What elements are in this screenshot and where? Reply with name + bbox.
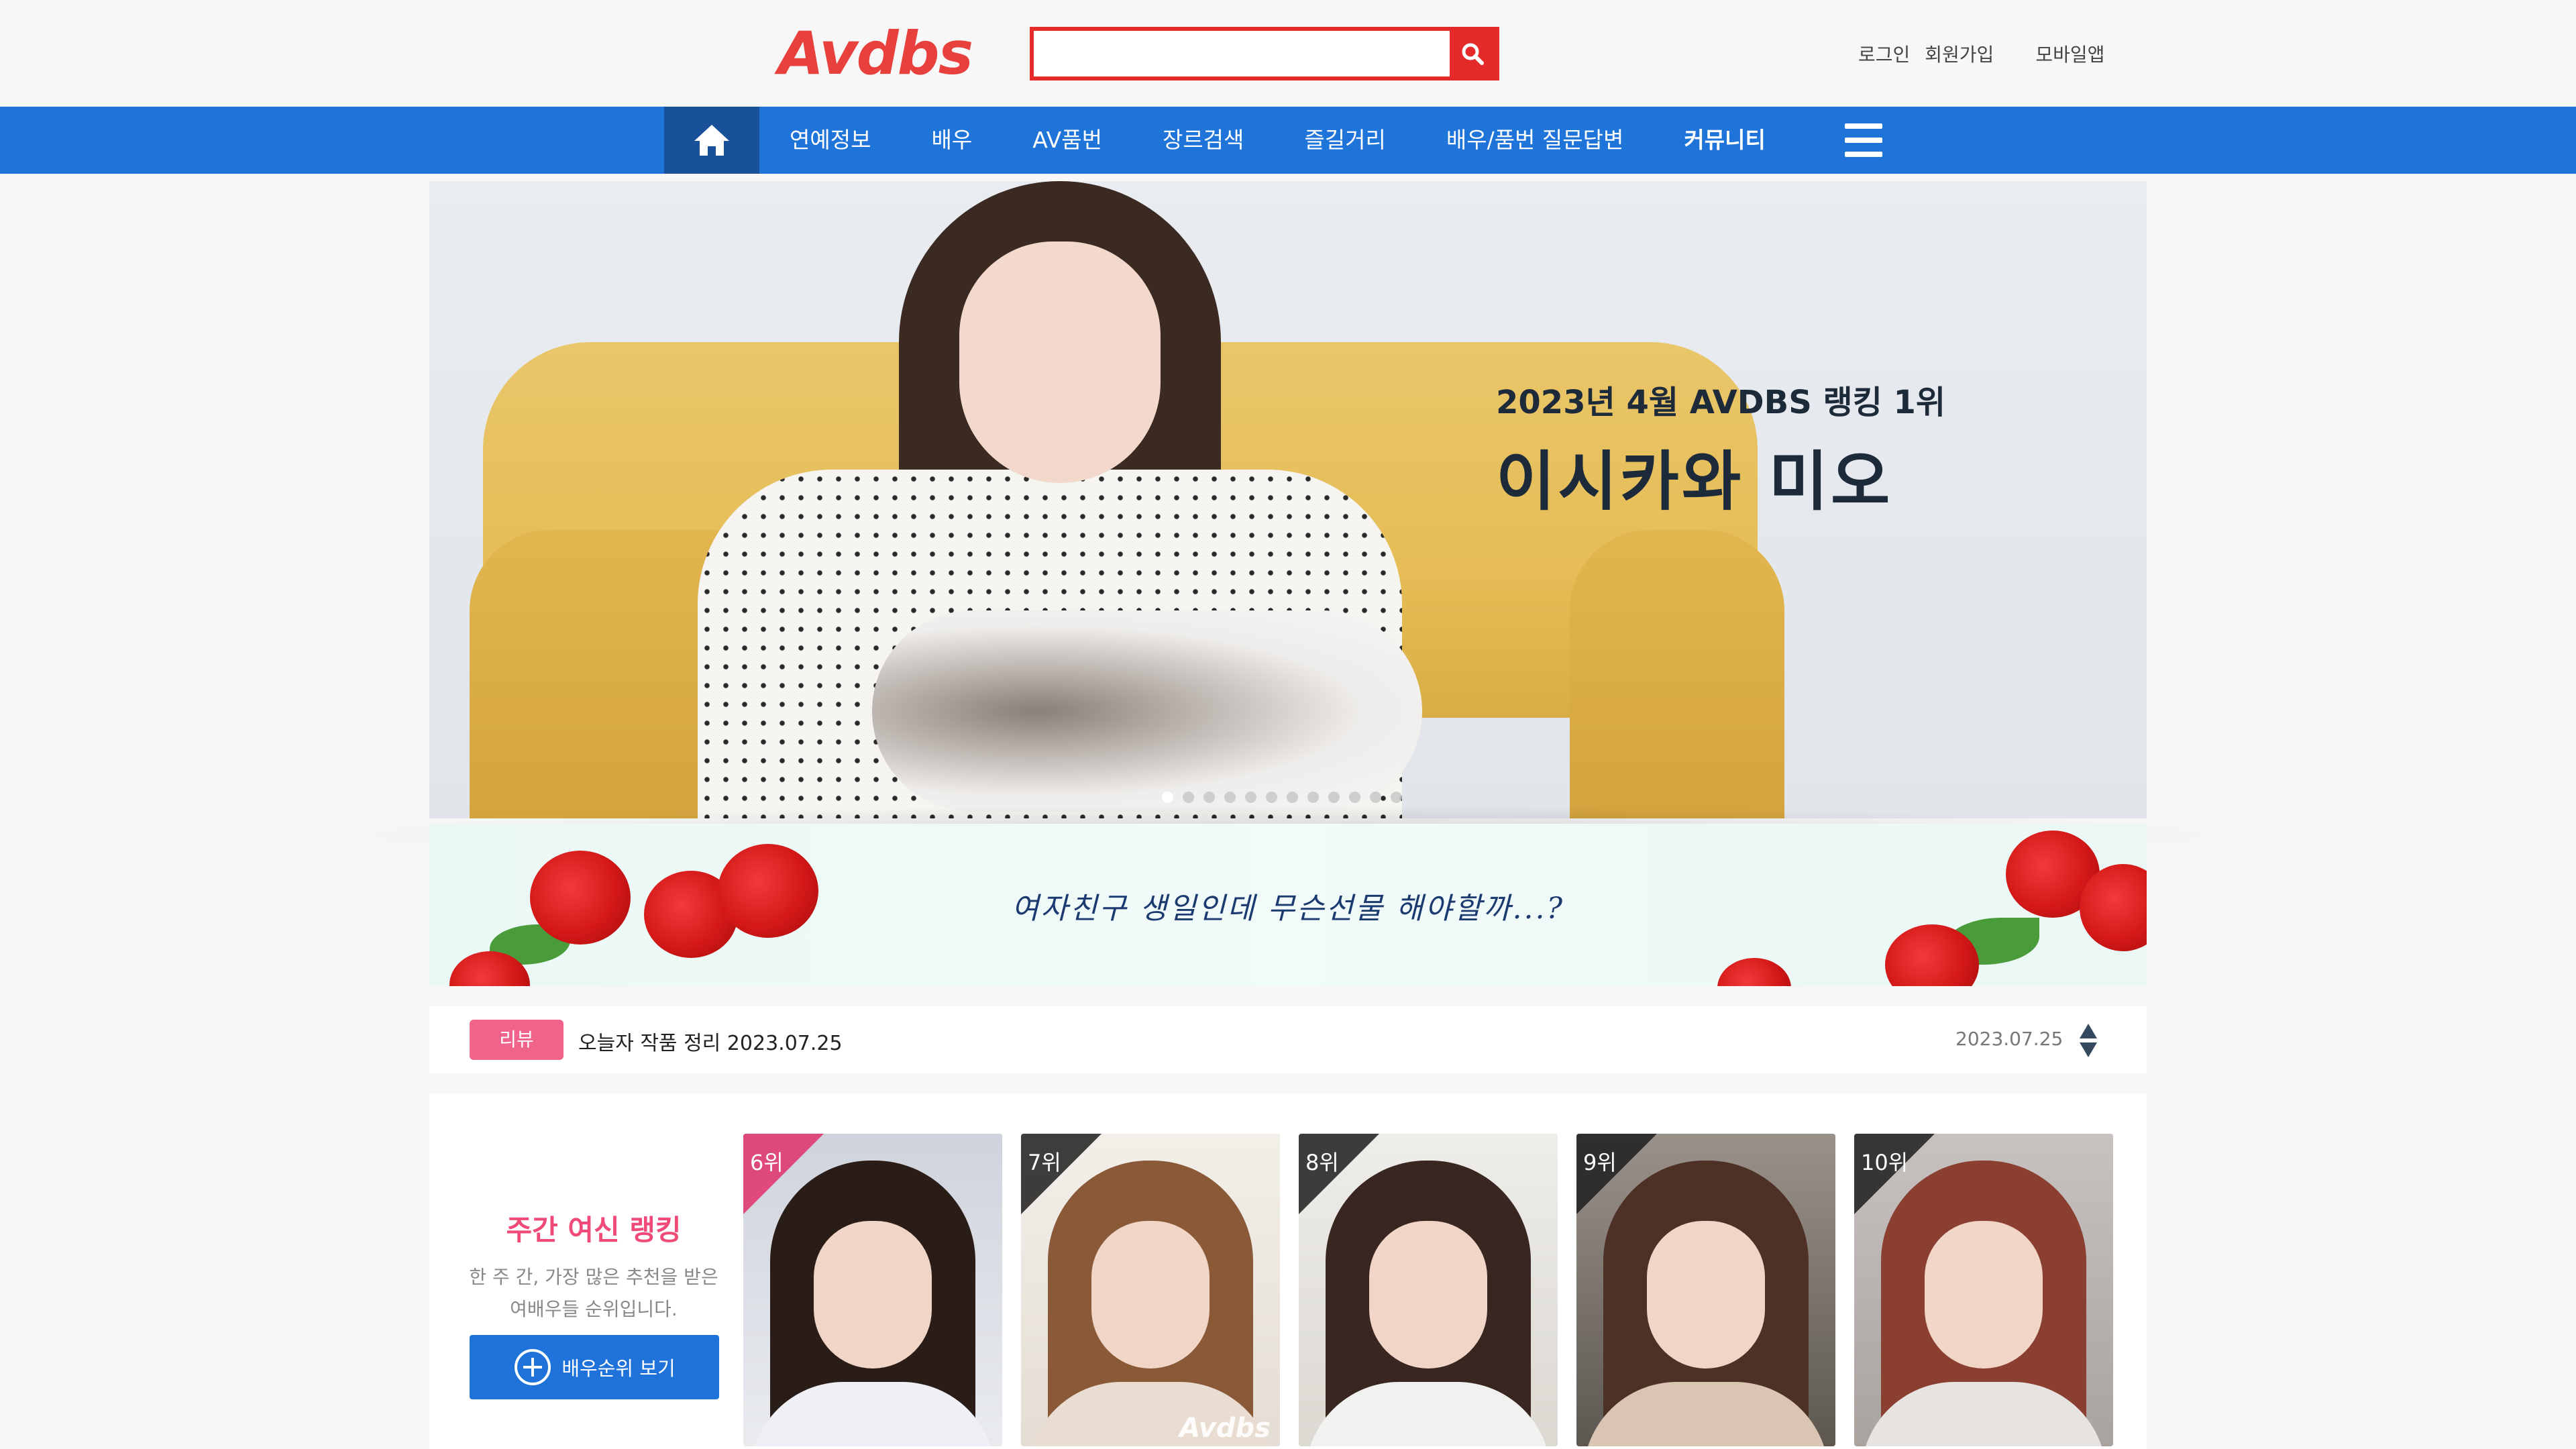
search-input[interactable] xyxy=(1034,31,1450,76)
top-links: 로그인 회원가입 모바일앱 xyxy=(1858,40,2104,67)
carousel-dot[interactable] xyxy=(1328,792,1340,803)
news-ticker: 리뷰 오늘자 작품 정리 2023.07.25 2023.07.25 xyxy=(429,1006,2147,1073)
rank-label: 6위 xyxy=(750,1150,784,1175)
ranking-card[interactable]: 6위 xyxy=(743,1134,1002,1446)
ticker-headline[interactable]: 오늘자 작품 정리 2023.07.25 xyxy=(578,1026,843,1056)
link-spacer xyxy=(2008,40,2021,67)
ad-banner[interactable]: 여자친구 생일인데 무슨선물 해야할까...? xyxy=(429,824,2147,986)
ranking-card[interactable]: 7위 Avdbs xyxy=(1021,1134,1280,1446)
carousel-dot[interactable] xyxy=(1307,792,1319,803)
hero-subtitle: 2023년 4월 AVDBS 랭킹 1위 xyxy=(1496,384,1946,421)
card-portrait-face xyxy=(1647,1221,1765,1368)
nav-items: 연예정보 배우 AV품번 장르검색 즐길거리 배우/품번 질문답변 커뮤니티 xyxy=(759,107,1796,174)
hero-cat xyxy=(872,610,1422,812)
ranking-description: 한 주 간, 가장 많은 추천을 받은 여배우들 순위입니다. xyxy=(456,1261,731,1326)
carousel-dot[interactable] xyxy=(1349,792,1360,803)
carousel-dot[interactable] xyxy=(1224,792,1236,803)
rank-label: 10위 xyxy=(1861,1150,1909,1175)
hero-person-face xyxy=(959,241,1161,483)
nav-item[interactable]: AV품번 xyxy=(1002,107,1132,174)
nav-item[interactable]: 커뮤니티 xyxy=(1654,107,1795,174)
carousel-dot[interactable] xyxy=(1162,792,1173,803)
ticker-date: 2023.07.25 xyxy=(1955,1028,2063,1050)
ranking-description-line: 여배우들 순위입니다. xyxy=(510,1298,678,1320)
carousel-dot[interactable] xyxy=(1183,792,1194,803)
ranking-card[interactable]: 8위 xyxy=(1299,1134,1558,1446)
rank-label: 9위 xyxy=(1583,1150,1617,1175)
carousel-dot[interactable] xyxy=(1203,792,1215,803)
search-icon xyxy=(1462,43,1484,65)
ranking-card[interactable]: 9위 xyxy=(1576,1134,1835,1446)
carousel-dot[interactable] xyxy=(1391,792,1402,803)
rose-decoration xyxy=(1717,958,1791,986)
carousel-dot[interactable] xyxy=(1266,792,1277,803)
banner-text: 여자친구 생일인데 무슨선물 해야할까...? xyxy=(1011,892,1565,926)
search-button[interactable] xyxy=(1450,31,1495,76)
main-nav: 연예정보 배우 AV품번 장르검색 즐길거리 배우/품번 질문답변 커뮤니티 xyxy=(0,107,2576,174)
carousel-dot[interactable] xyxy=(1245,792,1256,803)
plus-circle-icon xyxy=(515,1349,551,1385)
hamburger-menu-icon[interactable] xyxy=(1845,123,1882,157)
nav-item[interactable]: 배우/품번 질문답변 xyxy=(1416,107,1654,174)
view-ranking-button[interactable]: 배우순위 보기 xyxy=(470,1335,719,1399)
card-portrait-face xyxy=(1925,1221,2043,1368)
card-portrait-face xyxy=(1091,1221,1210,1368)
ranking-title: 주간 여신 랭킹 xyxy=(506,1214,682,1246)
signup-link[interactable]: 회원가입 xyxy=(1925,40,1994,67)
view-ranking-label: 배우순위 보기 xyxy=(561,1357,676,1380)
ranking-card[interactable]: 10위 xyxy=(1854,1134,2113,1446)
ranking-cards: 6위 7위 Avdbs 8위 9위 10위 xyxy=(743,1134,2113,1446)
carousel-dot[interactable] xyxy=(1287,792,1298,803)
header: Avdbs 로그인 회원가입 모바일앱 xyxy=(0,0,2576,107)
up-down-arrows-icon[interactable] xyxy=(2078,1022,2098,1059)
rank-label: 7위 xyxy=(1028,1150,1061,1175)
watermark: Avdbs xyxy=(1179,1413,1271,1444)
mobile-app-link[interactable]: 모바일앱 xyxy=(2035,40,2104,67)
carousel-dots xyxy=(1162,792,1402,803)
carousel-dot[interactable] xyxy=(1370,792,1381,803)
site-logo[interactable]: Avdbs xyxy=(778,20,973,87)
search-box xyxy=(1030,27,1499,80)
hero-title: 이시카와 미오 xyxy=(1496,444,1893,519)
hero-carousel[interactable]: 2023년 4월 AVDBS 랭킹 1위 이시카와 미오 xyxy=(429,181,2147,818)
weekly-ranking-section: 주간 여신 랭킹 한 주 간, 가장 많은 추천을 받은 여배우들 순위입니다.… xyxy=(429,1093,2147,1449)
nav-item[interactable]: 즐길거리 xyxy=(1274,107,1415,174)
nav-item[interactable]: 장르검색 xyxy=(1132,107,1274,174)
card-portrait-face xyxy=(814,1221,932,1368)
page: Avdbs 로그인 회원가입 모바일앱 연예정보 배우 AV품번 장르검색 즐길거리 배우… xyxy=(0,0,2576,1449)
hero-sofa-arm-right xyxy=(1570,530,1784,818)
nav-home-button[interactable] xyxy=(664,107,759,174)
card-portrait-face xyxy=(1369,1221,1487,1368)
home-icon xyxy=(694,125,729,156)
nav-item[interactable]: 연예정보 xyxy=(759,107,901,174)
login-link[interactable]: 로그인 xyxy=(1858,40,1910,67)
ranking-description-line: 한 주 간, 가장 많은 추천을 받은 xyxy=(469,1266,718,1288)
ticker-category-badge[interactable]: 리뷰 xyxy=(470,1020,564,1060)
rank-label: 8위 xyxy=(1305,1150,1339,1175)
nav-item[interactable]: 배우 xyxy=(901,107,1002,174)
